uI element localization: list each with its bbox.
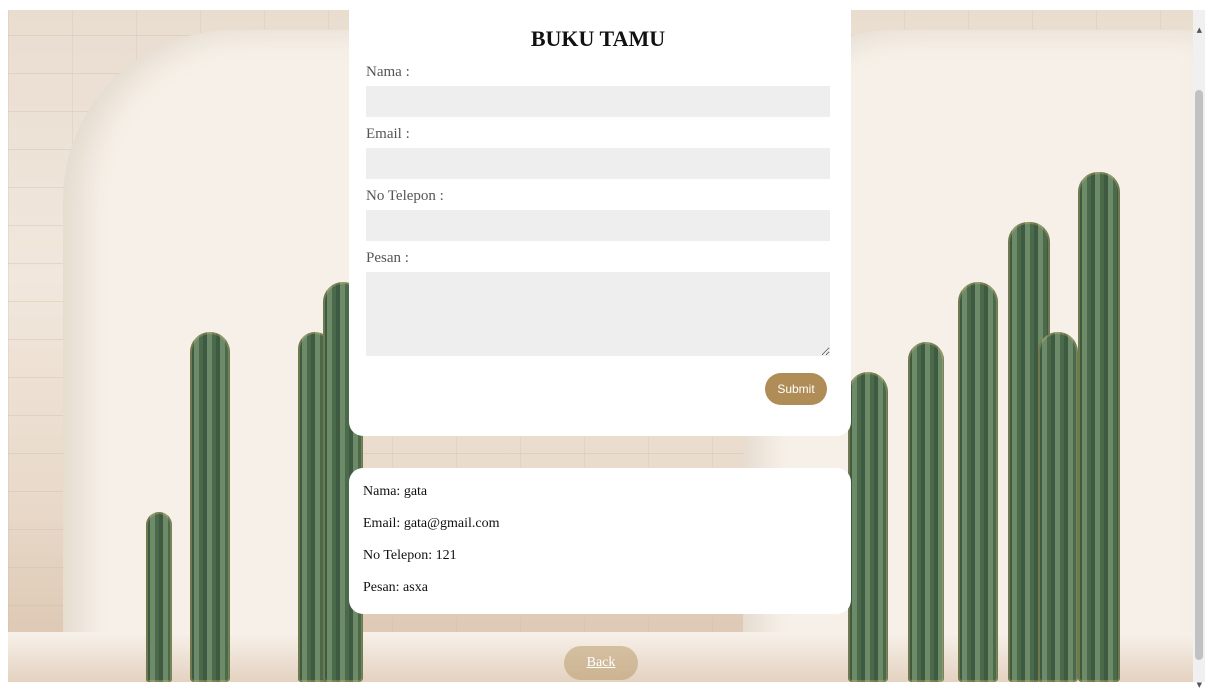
result-nama: Nama: gata bbox=[363, 484, 428, 499]
nama-label: Nama : bbox=[366, 64, 410, 80]
nama-input[interactable] bbox=[366, 86, 830, 117]
result-telepon: No Telepon: 121 bbox=[363, 548, 457, 563]
submission-result: Nama: gata Email: gata@gmail.com No Tele… bbox=[349, 468, 851, 614]
cactus bbox=[1038, 332, 1078, 682]
page-title: BUKU TAMU bbox=[530, 26, 666, 51]
cactus bbox=[1078, 172, 1120, 682]
back-link[interactable]: Back bbox=[564, 646, 638, 680]
pesan-label: Pesan : bbox=[366, 250, 409, 266]
cactus bbox=[146, 512, 172, 682]
submit-button[interactable]: Submit bbox=[765, 373, 827, 405]
scroll-thumb[interactable] bbox=[1195, 90, 1203, 660]
scroll-up-icon[interactable]: ▲ bbox=[1197, 26, 1202, 34]
cactus bbox=[958, 282, 998, 682]
cactus bbox=[848, 372, 888, 682]
scrollbar[interactable]: ▲ ▼ bbox=[1193, 10, 1205, 689]
pesan-textarea[interactable] bbox=[366, 272, 830, 356]
scroll-down-icon[interactable]: ▼ bbox=[1197, 681, 1202, 689]
cactus bbox=[190, 332, 230, 682]
email-label: Email : bbox=[366, 126, 410, 142]
guestbook-form: BUKU TAMU Nama : Email : No Telepon : Pe… bbox=[349, 0, 851, 436]
cactus bbox=[908, 342, 944, 682]
telepon-input[interactable] bbox=[366, 210, 830, 241]
result-email: Email: gata@gmail.com bbox=[363, 516, 500, 531]
email-input[interactable] bbox=[366, 148, 830, 179]
result-pesan: Pesan: asxa bbox=[363, 580, 428, 595]
telepon-label: No Telepon : bbox=[366, 188, 444, 204]
